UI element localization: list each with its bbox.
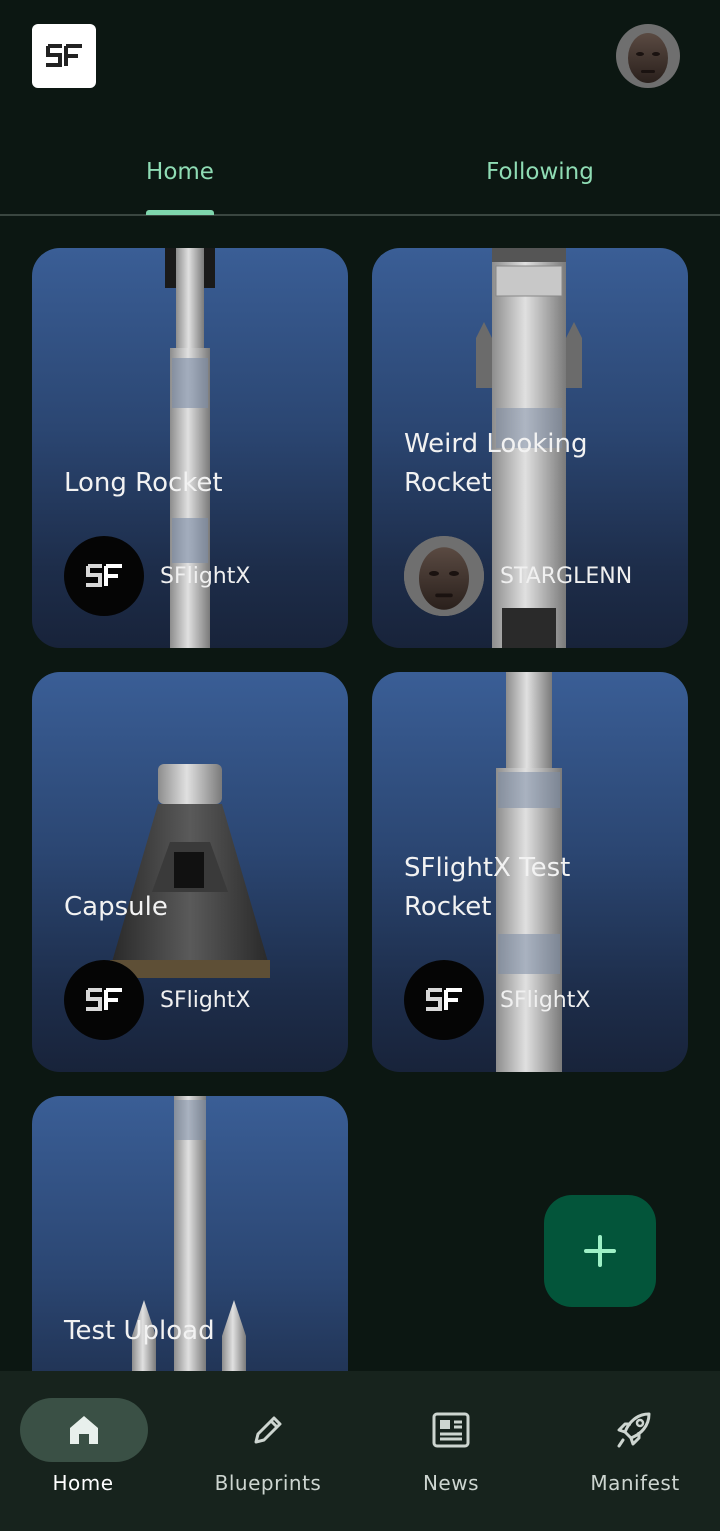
active-tab-indicator (146, 210, 214, 215)
nav-item-blueprints[interactable]: Blueprints (178, 1371, 358, 1531)
card-title: Test Upload (64, 1316, 215, 1346)
sf-logo-icon (86, 564, 122, 587)
sf-logo-icon (86, 988, 122, 1011)
pencil-icon (254, 1416, 282, 1444)
plus-icon (584, 1235, 616, 1267)
news-icon (432, 1412, 470, 1448)
nav-label: Home (52, 1471, 114, 1495)
top-bar (0, 0, 720, 120)
blueprint-card[interactable]: Weird Looking Rocket STARGLENN (372, 248, 688, 648)
tab-following-label: Following (486, 159, 594, 185)
add-blueprint-button[interactable] (544, 1195, 656, 1307)
nav-item-manifest[interactable]: Manifest (545, 1371, 720, 1531)
nav-item-home[interactable]: Home (0, 1371, 180, 1531)
blueprint-card[interactable]: Long Rocket SFlightX (32, 248, 348, 648)
tab-home[interactable]: Home (0, 130, 360, 214)
sf-logo-icon (426, 988, 462, 1011)
author-avatar[interactable] (404, 536, 484, 616)
card-author[interactable]: SFlightX (160, 960, 250, 1040)
card-title: Capsule (64, 892, 168, 922)
author-avatar[interactable] (404, 960, 484, 1040)
bottom-navigation: Home Blueprints News Manifest (0, 1371, 720, 1531)
card-author[interactable]: SFlightX (500, 960, 590, 1040)
sf-logo-icon[interactable] (32, 24, 96, 88)
tab-following[interactable]: Following (360, 130, 720, 214)
blueprint-card[interactable]: Capsule SFlightX (32, 672, 348, 1072)
rocket-icon (617, 1412, 651, 1448)
home-icon (70, 1416, 98, 1444)
card-title: Weird Looking Rocket (404, 429, 588, 498)
tab-home-label: Home (146, 159, 214, 185)
feed-tabs: Home Following (0, 130, 720, 216)
nav-item-news[interactable]: News (361, 1371, 541, 1531)
card-author[interactable]: SFlightX (160, 536, 250, 616)
author-avatar[interactable] (64, 536, 144, 616)
user-avatar-icon (404, 536, 484, 616)
blueprint-card[interactable]: SFlightX Test Rocket SFlightX (372, 672, 688, 1072)
card-author[interactable]: STARGLENN (500, 536, 632, 616)
nav-label: Manifest (590, 1471, 680, 1495)
nav-label: Blueprints (214, 1471, 322, 1495)
author-avatar[interactable] (64, 960, 144, 1040)
card-title: Long Rocket (64, 468, 223, 498)
card-title: SFlightX Test Rocket (404, 853, 571, 922)
nav-label: News (422, 1471, 480, 1495)
user-avatar-icon[interactable] (616, 24, 680, 88)
